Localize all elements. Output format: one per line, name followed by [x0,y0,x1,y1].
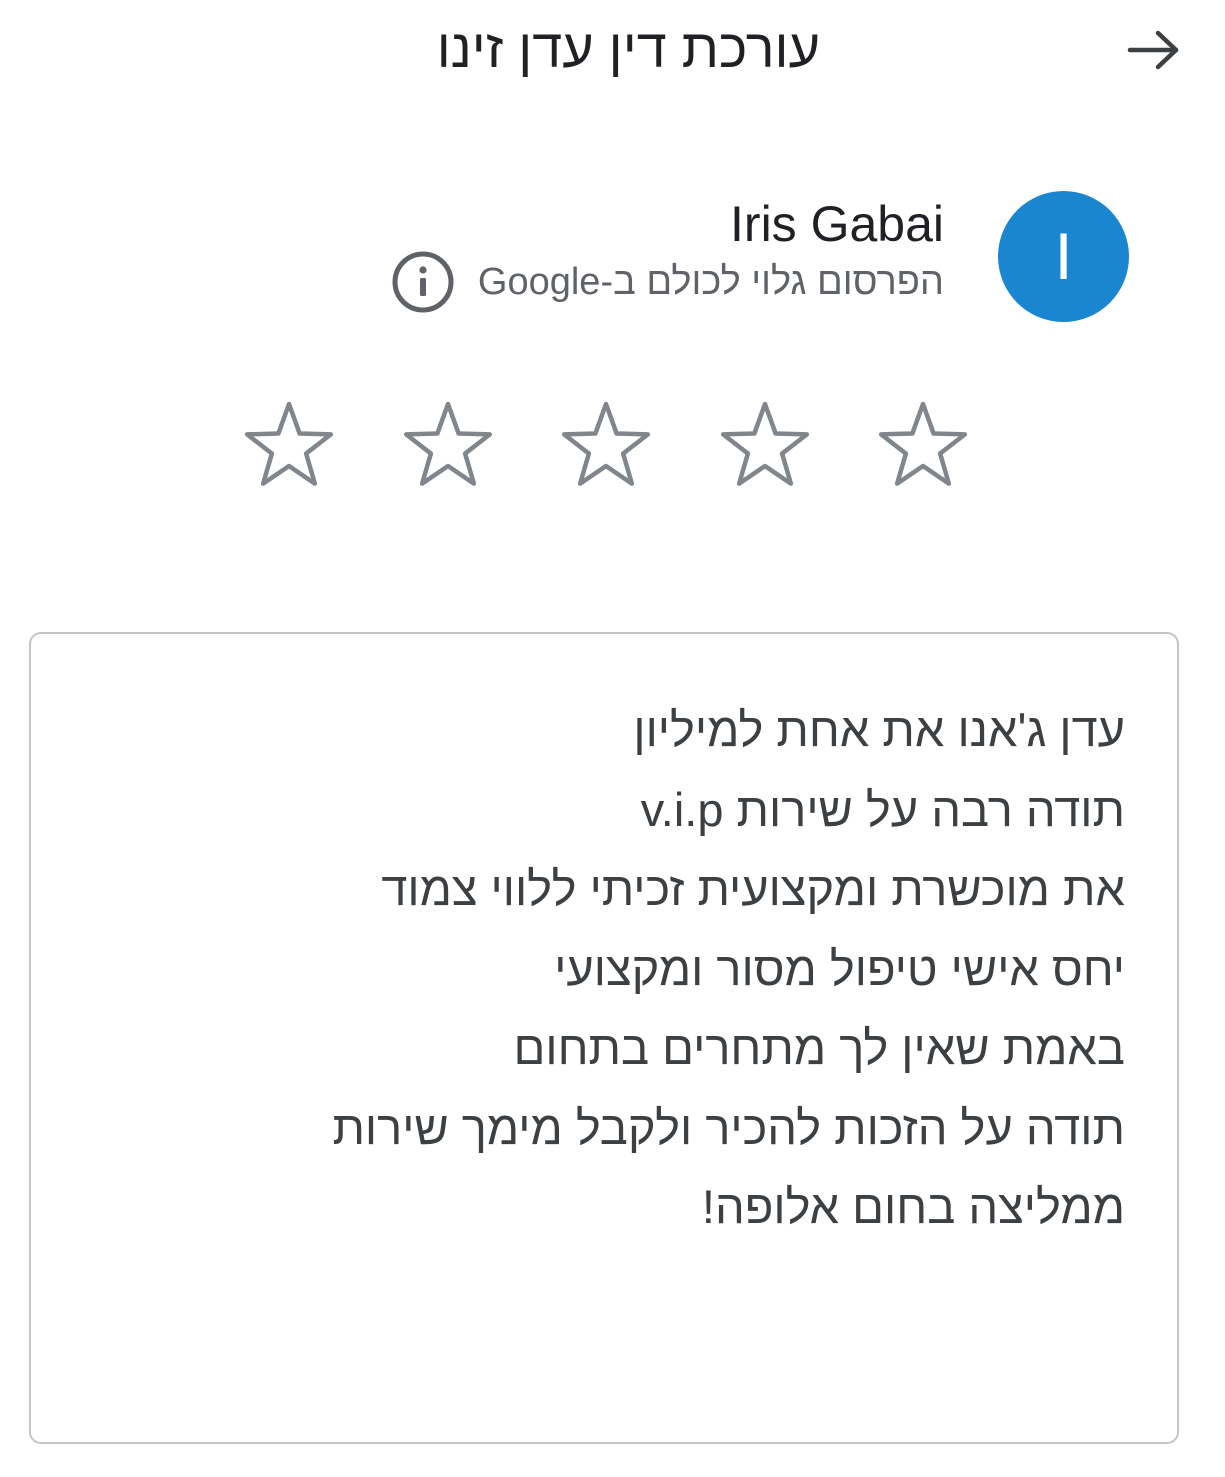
star-outline-icon [403,401,492,486]
arrow-right-icon [1127,30,1179,70]
star-4[interactable] [395,395,501,495]
star-outline-icon [561,401,651,486]
star-outline-icon [878,401,968,486]
back-button[interactable] [1118,18,1190,82]
star-3[interactable] [553,395,659,495]
avatar: I [998,191,1129,322]
review-line: את מוכשרת ומקצועית זכיתי ללווי צמוד [381,862,1125,915]
visibility-notice: הפרסום גלוי לכולם ב-Google [390,249,944,315]
star-1[interactable] [870,395,976,495]
review-line: באמת שאין לך מתחרים בתחום [513,1021,1125,1074]
header: עורכת דין עדן זינו [0,0,1225,110]
review-textarea[interactable]: עדן ג'אנו את אחת למיליון תודה רבה על שירו… [29,632,1179,1444]
review-line: ממליצה בחום אלופה! [701,1180,1125,1233]
star-2[interactable] [712,395,818,495]
star-outline-icon [720,401,809,486]
info-icon[interactable] [390,249,456,315]
star-5[interactable] [236,395,342,495]
review-line: תודה על הזכות להכיר ולקבל מימך שירות [332,1100,1125,1154]
user-name: Iris Gabai [730,196,944,252]
review-text: עדן ג'אנו את אחת למיליון תודה רבה על שירו… [332,690,1125,1247]
visibility-text: הפרסום גלוי לכולם ב-Google [477,261,944,303]
review-line: עדן ג'אנו את אחת למיליון [633,703,1125,756]
review-line: יחס אישי טיפול מסור ומקצועי [554,941,1125,995]
star-rating [236,395,976,495]
review-line: תודה רבה על שירות v.i.p [640,782,1125,836]
profile-section: I Iris Gabai הפרסום גלוי לכולם ב-Google [0,170,1225,340]
star-outline-icon [244,401,334,486]
page-title: עורכת דין עדן זינו [436,19,820,79]
